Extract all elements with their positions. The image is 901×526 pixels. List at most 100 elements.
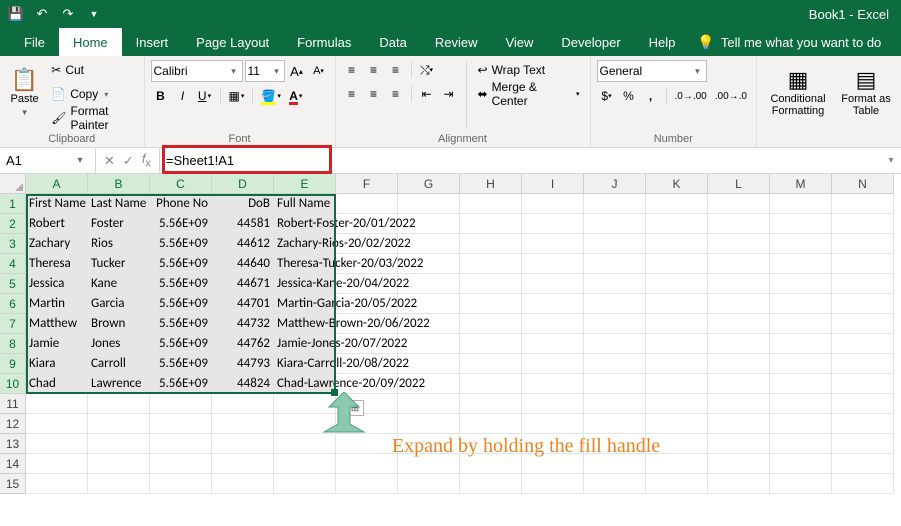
cell[interactable]: Last Name (88, 194, 150, 214)
cell[interactable]: Theresa-Tucker-20/03/2022 (274, 254, 336, 274)
decrease-decimal-button[interactable]: .00→.0 (712, 86, 750, 106)
cell[interactable]: Chad (26, 374, 88, 394)
cell[interactable] (26, 474, 88, 494)
cell[interactable] (708, 434, 770, 454)
tab-home[interactable]: Home (59, 28, 122, 56)
row-header[interactable]: 4 (0, 254, 26, 274)
cell[interactable]: 44581 (212, 214, 274, 234)
cell[interactable]: Brown (88, 314, 150, 334)
cell[interactable] (26, 434, 88, 454)
cell[interactable] (460, 234, 522, 254)
cell[interactable] (770, 274, 832, 294)
decrease-indent-button[interactable]: ⇤ (417, 84, 437, 104)
cell[interactable] (770, 334, 832, 354)
cell[interactable] (460, 294, 522, 314)
cell[interactable] (150, 414, 212, 434)
cell[interactable]: 44612 (212, 234, 274, 254)
cell[interactable]: Zachary (26, 234, 88, 254)
cell[interactable] (460, 334, 522, 354)
cell[interactable] (770, 314, 832, 334)
row-header[interactable]: 1 (0, 194, 26, 214)
row-header[interactable]: 2 (0, 214, 26, 234)
cell[interactable]: Martin (26, 294, 88, 314)
cell[interactable] (770, 234, 832, 254)
align-top-button[interactable]: ≡ (342, 60, 362, 80)
row-header[interactable]: 14 (0, 454, 26, 474)
cell[interactable]: 5.56E+09 (150, 354, 212, 374)
cell[interactable] (522, 334, 584, 354)
cell[interactable]: Foster (88, 214, 150, 234)
cell[interactable] (212, 454, 274, 474)
cell[interactable] (708, 394, 770, 414)
chevron-down-icon[interactable]: ▾ (227, 66, 239, 77)
cell[interactable] (770, 454, 832, 474)
cell[interactable] (460, 214, 522, 234)
cell[interactable] (770, 394, 832, 414)
column-header[interactable]: J (584, 174, 646, 194)
column-header[interactable]: H (460, 174, 522, 194)
cell[interactable] (770, 354, 832, 374)
italic-button[interactable]: I (173, 86, 193, 106)
column-header[interactable]: N (832, 174, 894, 194)
tab-insert[interactable]: Insert (122, 28, 183, 56)
cell[interactable]: Jamie (26, 334, 88, 354)
formula-input[interactable] (160, 153, 881, 168)
cut-button[interactable]: ✂Cut (47, 60, 137, 80)
cell[interactable] (708, 414, 770, 434)
tell-me-search[interactable]: 💡Tell me what you want to do (697, 28, 881, 56)
row-header[interactable]: 6 (0, 294, 26, 314)
cell[interactable] (398, 394, 460, 414)
cell[interactable] (150, 434, 212, 454)
paste-button[interactable]: 📋 Paste ▼ (6, 60, 43, 126)
fill-color-button[interactable]: 🪣▾ (258, 86, 283, 106)
cell[interactable] (584, 314, 646, 334)
cell[interactable]: 44701 (212, 294, 274, 314)
cell[interactable] (646, 214, 708, 234)
cell[interactable]: 44762 (212, 334, 274, 354)
cell[interactable] (646, 414, 708, 434)
cell[interactable] (88, 434, 150, 454)
cell[interactable]: Kiara (26, 354, 88, 374)
cell[interactable]: Chad-Lawrence-20/09/2022 (274, 374, 336, 394)
cell[interactable] (708, 234, 770, 254)
cell[interactable] (708, 334, 770, 354)
cell[interactable] (522, 214, 584, 234)
cell[interactable] (460, 474, 522, 494)
cell[interactable] (584, 414, 646, 434)
merge-center-button[interactable]: ⬌Merge & Center▾ (474, 84, 584, 104)
format-as-table-button[interactable]: ▤ Format as Table (837, 60, 895, 126)
cell[interactable] (584, 374, 646, 394)
cell[interactable] (832, 214, 894, 234)
align-right-button[interactable]: ≡ (386, 84, 406, 104)
cell[interactable] (398, 414, 460, 434)
tab-data[interactable]: Data (365, 28, 420, 56)
cell[interactable]: 44824 (212, 374, 274, 394)
cell[interactable] (770, 294, 832, 314)
cell[interactable] (26, 414, 88, 434)
cell[interactable] (832, 394, 894, 414)
decrease-font-button[interactable]: A▾ (309, 61, 329, 81)
cell[interactable] (212, 434, 274, 454)
cell[interactable]: Lawrence (88, 374, 150, 394)
cell[interactable] (646, 274, 708, 294)
cell[interactable]: Jones (88, 334, 150, 354)
row-header[interactable]: 8 (0, 334, 26, 354)
fx-icon[interactable]: fx (142, 151, 151, 170)
cell[interactable]: 5.56E+09 (150, 274, 212, 294)
cell[interactable]: 5.56E+09 (150, 314, 212, 334)
cell[interactable] (770, 254, 832, 274)
chevron-down-icon[interactable]: ▾ (272, 66, 282, 77)
cell[interactable] (646, 234, 708, 254)
cell[interactable]: Tucker (88, 254, 150, 274)
increase-font-button[interactable]: A▴ (287, 61, 307, 81)
cell[interactable] (646, 374, 708, 394)
cell[interactable]: 44732 (212, 314, 274, 334)
cell[interactable] (832, 454, 894, 474)
cell[interactable]: Rios (88, 234, 150, 254)
cell[interactable] (460, 314, 522, 334)
cell[interactable] (212, 414, 274, 434)
cell[interactable] (460, 254, 522, 274)
cell[interactable] (460, 274, 522, 294)
cell[interactable] (212, 474, 274, 494)
cell[interactable] (770, 374, 832, 394)
